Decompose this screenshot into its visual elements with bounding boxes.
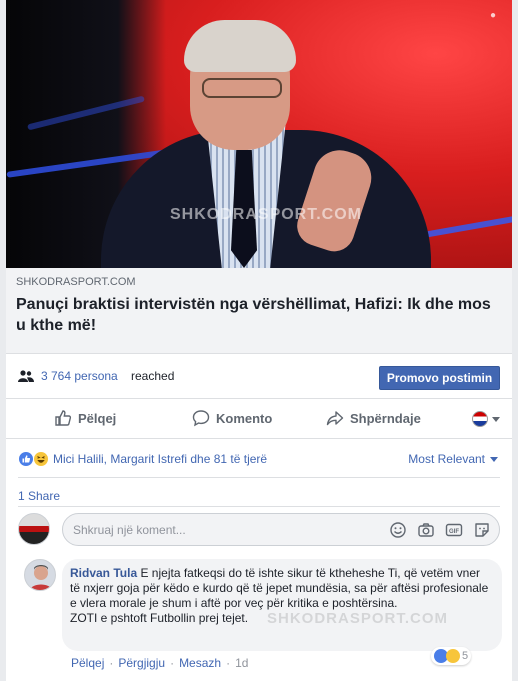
person-glasses [202,78,282,98]
like-reaction-icon [18,451,34,467]
comment-reply-link[interactable]: Përgjigju [118,656,165,670]
separator: · [109,656,114,670]
comment-timestamp[interactable]: 1d [235,656,248,670]
person-hair [184,20,296,72]
comment-watermark: SHKODRASPORT.COM [267,610,449,627]
camera-icon[interactable] [417,521,435,539]
avatar[interactable] [24,559,56,591]
comment-sort-dropdown[interactable]: Most Relevant [408,452,498,466]
post-actions: Pëlqej Komento Shpërndaje [6,399,512,439]
people-icon [18,370,34,382]
like-button[interactable]: Pëlqej [54,409,116,427]
reactions-summary: Mici Halili, Margarit Istrefi dhe 81 të … [6,439,512,477]
link-preview[interactable]: SHKODRASPORT.COM Panuçi braktisi intervi… [6,268,512,354]
comment-composer[interactable]: GIF [62,513,500,546]
comment-sort-label: Most Relevant [408,452,485,466]
audience-selector[interactable] [472,411,500,427]
comment-actions: Pëlqej · Përgjigju · Mesazh · 1d [71,656,248,670]
separator: · [170,656,175,670]
comment-author[interactable]: Ridvan Tula [70,566,137,580]
comment-button[interactable]: Komento [192,409,272,427]
link-domain: SHKODRASPORT.COM [16,276,136,288]
comment-label: Komento [216,410,273,426]
reaction-names[interactable]: Mici Halili, Margarit Istrefi dhe 81 të … [53,452,267,466]
comment-reaction-count[interactable]: 5 [431,647,472,665]
avatar[interactable] [18,513,50,545]
svg-text:GIF: GIF [449,529,459,535]
comment-bubble-icon [192,410,210,427]
thumbs-up-icon [55,410,72,426]
share-count[interactable]: 1 Share [18,489,60,503]
channel-logo-icon: ● [489,10,496,21]
post-image[interactable]: ● SHKODRASPORT.COM [6,0,512,268]
image-watermark: SHKODRASPORT.COM [170,206,363,223]
reach-bar: 3 764 persona reached Promovo postimin [6,354,512,399]
share-button[interactable]: Shpërndaje [326,409,421,427]
post-card: ● SHKODRASPORT.COM SHKODRASPORT.COM Panu… [6,0,512,681]
haha-reaction-icon [33,451,49,467]
share-label: Shpërndaje [350,410,421,426]
gif-icon[interactable]: GIF [445,521,463,539]
reaction-icons[interactable] [18,451,54,467]
reach-count[interactable]: 3 764 persona [41,369,118,383]
reach-label: reached [131,369,175,383]
separator: · [226,656,231,670]
comment-like-link[interactable]: Pëlqej [71,656,104,670]
like-label: Pëlqej [78,410,117,426]
page-avatar-icon [472,411,488,427]
divider [18,506,500,507]
commenter-photo [25,560,55,590]
comment-input[interactable] [73,521,373,539]
comment-reaction-number: 5 [462,650,469,662]
chevron-down-icon [490,456,498,462]
chevron-down-icon [492,416,500,422]
promote-post-button[interactable]: Promovo postimin [379,366,500,390]
emoji-icon[interactable] [389,521,407,539]
comment-message-link[interactable]: Mesazh [179,656,221,670]
link-headline[interactable]: Panuçi braktisi intervistën nga vërshëll… [16,294,502,336]
haha-reaction-icon [446,649,460,663]
sticker-icon[interactable] [473,521,491,539]
share-arrow-icon [326,411,344,426]
divider [18,477,500,478]
comment-bubble: Ridvan Tula E njejta fatkeqsi do të isht… [62,559,502,651]
